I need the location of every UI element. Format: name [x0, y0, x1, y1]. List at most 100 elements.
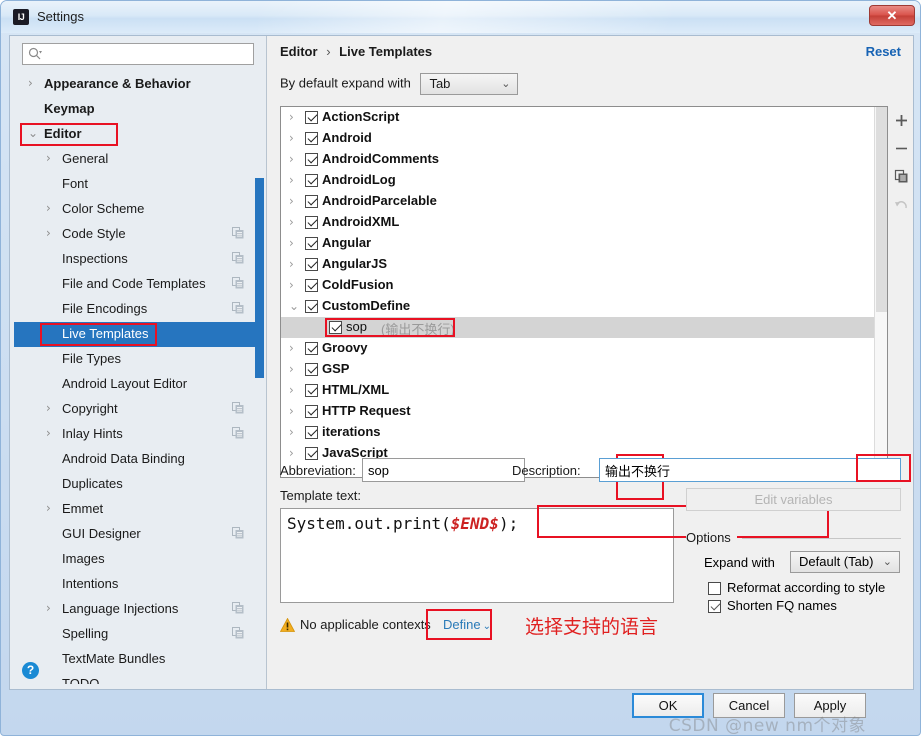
- add-icon[interactable]: [890, 106, 913, 134]
- chevron-right-icon[interactable]: ›: [46, 402, 57, 414]
- template-checkbox[interactable]: [305, 216, 318, 229]
- sidebar-item-android-data-binding[interactable]: Android Data Binding: [14, 447, 262, 472]
- breadcrumb-root[interactable]: Editor: [280, 44, 318, 59]
- template-row[interactable]: › HTTP Request: [281, 401, 887, 422]
- template-checkbox[interactable]: [305, 405, 318, 418]
- sidebar-item-editor[interactable]: ⌄ Editor: [14, 122, 262, 147]
- template-row[interactable]: ⌄ CustomDefine: [281, 296, 887, 317]
- search-box[interactable]: [22, 43, 254, 65]
- chevron-right-icon[interactable]: ›: [28, 77, 39, 89]
- remove-icon[interactable]: [890, 134, 913, 162]
- template-row[interactable]: › Android: [281, 128, 887, 149]
- templates-scrollbar-thumb[interactable]: [876, 107, 887, 312]
- template-row[interactable]: › Angular: [281, 233, 887, 254]
- templates-list[interactable]: › ActionScript › Android › AndroidComments › An…: [280, 106, 888, 478]
- chevron-right-icon[interactable]: ›: [289, 237, 300, 249]
- sidebar-item-images[interactable]: Images: [14, 547, 262, 572]
- template-row[interactable]: › AndroidLog: [281, 170, 887, 191]
- sidebar-item-duplicates[interactable]: Duplicates: [14, 472, 262, 497]
- duplicate-icon[interactable]: [890, 162, 913, 190]
- template-row[interactable]: › GSP: [281, 359, 887, 380]
- close-icon[interactable]: ✕: [869, 5, 915, 26]
- template-row[interactable]: › HTML/XML: [281, 380, 887, 401]
- template-row[interactable]: › ColdFusion: [281, 275, 887, 296]
- chevron-right-icon[interactable]: ›: [289, 447, 300, 459]
- sidebar-item-file-types[interactable]: File Types: [14, 347, 262, 372]
- sidebar-item-copyright[interactable]: › Copyright: [14, 397, 262, 422]
- chevron-right-icon[interactable]: ›: [46, 227, 57, 239]
- sidebar-item-gui-designer[interactable]: GUI Designer: [14, 522, 262, 547]
- template-checkbox[interactable]: [305, 342, 318, 355]
- template-checkbox[interactable]: [305, 195, 318, 208]
- template-checkbox[interactable]: [305, 279, 318, 292]
- sidebar-item-color-scheme[interactable]: › Color Scheme: [14, 197, 262, 222]
- sidebar-item-font[interactable]: Font: [14, 172, 262, 197]
- chevron-right-icon[interactable]: ›: [289, 279, 300, 291]
- sidebar-scrollbar-thumb[interactable]: [255, 178, 264, 378]
- template-checkbox[interactable]: [305, 111, 318, 124]
- sidebar-item-intentions[interactable]: Intentions: [14, 572, 262, 597]
- chevron-right-icon[interactable]: ›: [289, 258, 300, 270]
- sidebar-item-emmet[interactable]: › Emmet: [14, 497, 262, 522]
- sidebar-item-general[interactable]: › General: [14, 147, 262, 172]
- help-button[interactable]: ?: [22, 662, 39, 679]
- chevron-right-icon[interactable]: ›: [289, 342, 300, 354]
- expand-with-select[interactable]: Default (Tab) ⌄: [790, 551, 900, 573]
- template-checkbox[interactable]: [305, 447, 318, 460]
- sidebar-item-inlay-hints[interactable]: › Inlay Hints: [14, 422, 262, 447]
- chevron-right-icon[interactable]: ›: [46, 602, 57, 614]
- reformat-checkbox[interactable]: [708, 582, 721, 595]
- chevron-right-icon[interactable]: ›: [289, 216, 300, 228]
- sidebar-item-todo[interactable]: TODO: [14, 672, 262, 684]
- template-checkbox[interactable]: [305, 363, 318, 376]
- sidebar-item-code-style[interactable]: › Code Style: [14, 222, 262, 247]
- search-input[interactable]: [47, 46, 247, 63]
- chevron-right-icon[interactable]: ›: [289, 132, 300, 144]
- sidebar-item-keymap[interactable]: Keymap: [14, 97, 262, 122]
- template-row[interactable]: › AngularJS: [281, 254, 887, 275]
- default-expand-select[interactable]: Tab ⌄: [420, 73, 519, 95]
- chevron-right-icon[interactable]: ›: [46, 502, 57, 514]
- chevron-right-icon[interactable]: ›: [289, 153, 300, 165]
- template-row[interactable]: › AndroidParcelable: [281, 191, 887, 212]
- chevron-right-icon[interactable]: ›: [289, 426, 300, 438]
- template-checkbox[interactable]: [305, 237, 318, 250]
- template-checkbox[interactable]: [305, 174, 318, 187]
- chevron-right-icon[interactable]: ›: [289, 405, 300, 417]
- sidebar-item-file-encodings[interactable]: File Encodings: [14, 297, 262, 322]
- chevron-right-icon[interactable]: ›: [289, 363, 300, 375]
- template-row[interactable]: › Groovy: [281, 338, 887, 359]
- template-checkbox[interactable]: [305, 258, 318, 271]
- template-checkbox[interactable]: [305, 426, 318, 439]
- template-row[interactable]: › AndroidXML: [281, 212, 887, 233]
- chevron-right-icon[interactable]: ›: [289, 111, 300, 123]
- template-checkbox[interactable]: [305, 132, 318, 145]
- templates-scrollbar[interactable]: [874, 107, 887, 477]
- sidebar-item-file-and-code-templates[interactable]: File and Code Templates: [14, 272, 262, 297]
- chevron-right-icon[interactable]: ›: [289, 174, 300, 186]
- sidebar-item-spelling[interactable]: Spelling: [14, 622, 262, 647]
- sidebar-scrollbar[interactable]: [255, 36, 264, 648]
- template-checkbox[interactable]: [329, 321, 342, 334]
- chevron-down-icon[interactable]: ⌄: [289, 300, 300, 312]
- define-link[interactable]: Define ⌄: [443, 617, 491, 632]
- shorten-checkbox[interactable]: [708, 600, 721, 613]
- sidebar-item-android-layout-editor[interactable]: Android Layout Editor: [14, 372, 262, 397]
- abbreviation-input[interactable]: [362, 458, 525, 482]
- sidebar-item-live-templates[interactable]: Live Templates: [14, 322, 262, 347]
- chevron-right-icon[interactable]: ›: [46, 202, 57, 214]
- chevron-right-icon[interactable]: ›: [289, 384, 300, 396]
- sidebar-item-textmate-bundles[interactable]: TextMate Bundles: [14, 647, 262, 672]
- description-input[interactable]: [599, 458, 901, 482]
- template-checkbox[interactable]: [305, 153, 318, 166]
- sidebar-item-language-injections[interactable]: › Language Injections: [14, 597, 262, 622]
- chevron-right-icon[interactable]: ›: [46, 152, 57, 164]
- sidebar-item-appearance-behavior[interactable]: › Appearance & Behavior: [14, 72, 262, 97]
- template-text-editor[interactable]: System.out.print($END$);: [280, 508, 674, 603]
- template-checkbox[interactable]: [305, 384, 318, 397]
- chevron-right-icon[interactable]: ›: [289, 195, 300, 207]
- template-row[interactable]: › iterations: [281, 422, 887, 443]
- template-row[interactable]: sop (输出不换行): [281, 317, 887, 338]
- reset-link[interactable]: Reset: [866, 44, 901, 59]
- template-row[interactable]: › AndroidComments: [281, 149, 887, 170]
